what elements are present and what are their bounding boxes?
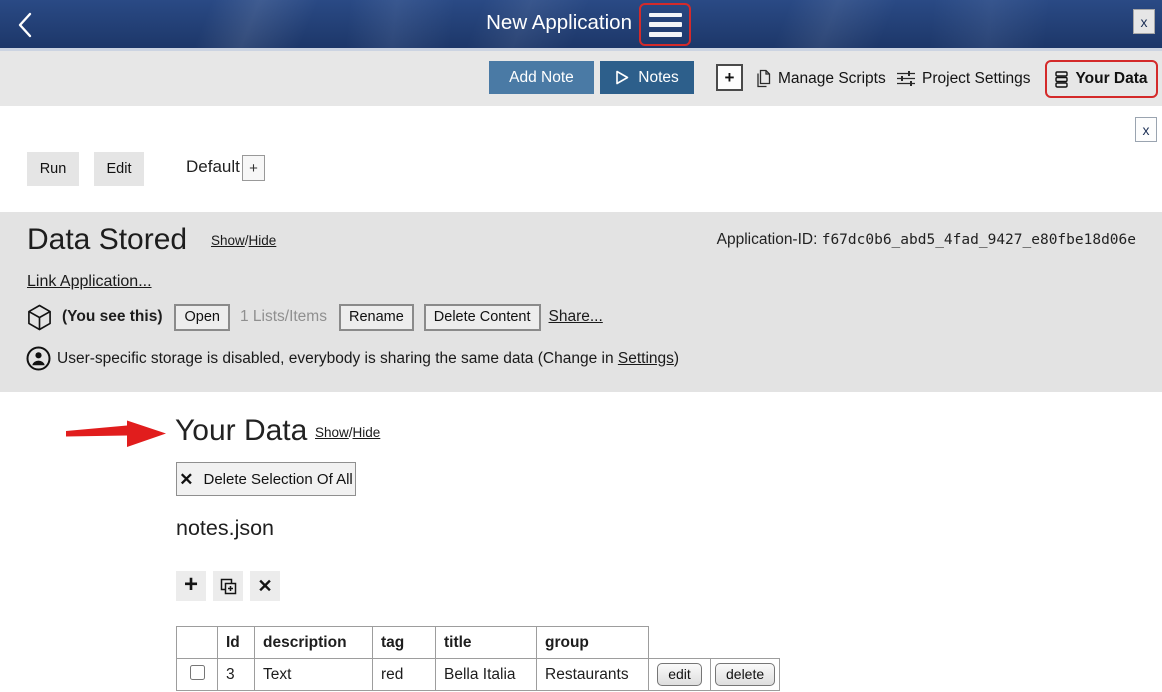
hide-link[interactable]: Hide [353,425,381,440]
header-id: Id [218,627,255,659]
storage-note-before: User-specific storage is disabled, every… [57,350,618,367]
your-data-button[interactable]: Your Data [1055,70,1147,88]
visibility-label: (You see this) [62,308,162,326]
header-title: title [436,627,537,659]
user-icon [26,346,51,371]
duplicate-icon [220,578,237,595]
data-stored-show-hide: Show/Hide [211,233,276,248]
titlebar-close-button[interactable]: x [1133,9,1155,34]
cell-tag: red [373,659,436,691]
open-button[interactable]: Open [174,304,229,331]
header-select [177,627,218,659]
header-group: group [537,627,649,659]
show-link[interactable]: Show [315,425,349,440]
highlight-your-data: Your Data [1045,60,1158,98]
data-stored-heading: Data Stored [27,223,187,257]
cross-icon: ✕ [179,471,193,488]
annotation-arrow [66,420,168,448]
notes-button-label: Notes [638,69,679,87]
manage-scripts-button[interactable]: Manage Scripts [754,51,886,106]
back-button[interactable] [10,10,40,40]
database-icon [1055,71,1068,88]
settings-link[interactable]: Settings [618,350,674,367]
share-link[interactable]: Share... [549,308,603,326]
delete-selection-label: Delete Selection Of All [204,471,353,488]
highlight-hamburger [639,3,691,46]
data-file-name: notes.json [176,516,274,541]
header-tag: tag [373,627,436,659]
run-button[interactable]: Run [27,152,79,186]
add-screen-button[interactable]: + [716,64,743,91]
data-stored-section: Data Stored Show/Hide Application-ID: f6… [0,212,1162,392]
row-checkbox[interactable] [190,665,205,680]
panel-close-button[interactable]: x [1135,117,1157,142]
edit-button[interactable]: Edit [94,152,144,186]
cell-description: Text [255,659,373,691]
your-data-show-hide: Show/Hide [315,425,380,440]
delete-row-button[interactable]: ✕ [250,571,280,601]
your-data-label: Your Data [1075,70,1147,88]
add-row-button[interactable]: + [176,571,206,601]
application-id-value: f67dc0b6_abd5_4fad_9427_e80fbe18d06e [822,232,1136,248]
back-chevron-icon [15,11,35,39]
show-link[interactable]: Show [211,233,245,248]
project-settings-label: Project Settings [922,70,1031,88]
add-note-button[interactable]: Add Note [489,61,594,94]
application-id: Application-ID: f67dc0b6_abd5_4fad_9427_… [717,231,1136,249]
your-data-section: Your Data Show/Hide ✕ Delete Selection O… [0,392,1162,692]
table-toolbar: + ✕ [176,571,280,601]
hide-link[interactable]: Hide [249,233,277,248]
manage-scripts-label: Manage Scripts [778,70,886,88]
delete-selection-button[interactable]: ✕ Delete Selection Of All [176,462,356,496]
screen-tab-default[interactable]: Default [186,157,240,177]
user-storage-note-text: User-specific storage is disabled, every… [57,350,679,368]
play-icon [615,70,629,85]
cube-icon [27,304,52,331]
storage-row: (You see this) Open 1 Lists/Items Rename… [27,302,603,332]
toolbar: Add Note Notes + Manage Scripts [0,51,1162,106]
storage-note-after: ) [674,350,679,367]
notes-button[interactable]: Notes [600,61,694,94]
cell-title: Bella Italia [436,659,537,691]
duplicate-row-button[interactable] [213,571,243,601]
run-bar: x Run Edit Default + [0,106,1162,212]
cell-id: 3 [218,659,255,691]
delete-content-button[interactable]: Delete Content [424,304,541,331]
cell-group: Restaurants [537,659,649,691]
data-table: Id description tag title group 3 Text re… [176,626,780,691]
header-description: description [255,627,373,659]
sliders-icon [897,70,915,87]
table-row: 3 Text red Bella Italia Restaurants edit… [177,659,780,691]
link-application-link[interactable]: Link Application... [27,273,152,291]
lists-items-count: 1 Lists/Items [240,308,327,326]
titlebar: New Application x [0,0,1162,51]
hamburger-menu-icon[interactable] [649,13,682,37]
your-data-heading: Your Data [175,414,307,448]
row-delete-button[interactable]: delete [715,663,775,686]
app-title: New Application [486,11,632,35]
application-id-label: Application-ID: [717,231,818,248]
table-header-row: Id description tag title group [177,627,780,659]
copy-pages-icon [754,69,771,88]
user-storage-note: User-specific storage is disabled, every… [26,346,679,371]
rename-button[interactable]: Rename [339,304,414,331]
add-tab-button[interactable]: + [242,155,265,181]
row-edit-button[interactable]: edit [657,663,702,686]
project-settings-button[interactable]: Project Settings [897,51,1031,106]
